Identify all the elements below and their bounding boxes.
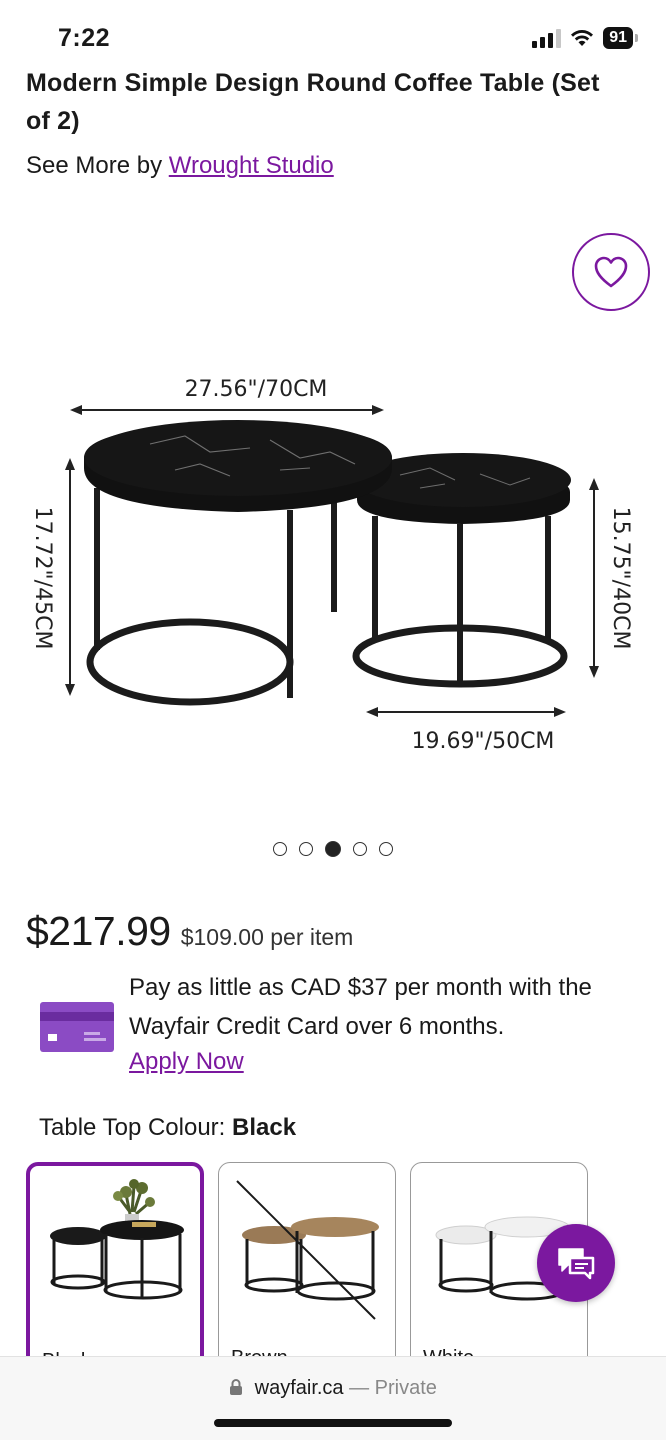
financing-text: Pay as little as CAD $37 per month with … bbox=[129, 974, 592, 1040]
see-more-prefix: See More by bbox=[26, 152, 163, 179]
dimension-left-label: 17.72"/45CM bbox=[30, 507, 55, 650]
carousel-dot[interactable] bbox=[379, 842, 393, 856]
heart-icon bbox=[594, 256, 628, 288]
url-display[interactable]: wayfair.ca — Private bbox=[0, 1377, 666, 1400]
carousel-dot[interactable] bbox=[299, 842, 313, 856]
wifi-icon bbox=[571, 30, 594, 46]
brand-link[interactable]: Wrought Studio bbox=[169, 152, 334, 179]
price: $217.99 bbox=[26, 908, 171, 954]
colour-swatches: Black Brown White bbox=[26, 1162, 588, 1382]
browser-url-bar[interactable]: wayfair.ca — Private bbox=[0, 1356, 666, 1440]
chat-button[interactable] bbox=[537, 1224, 615, 1302]
battery-icon: 91 bbox=[603, 27, 638, 49]
carousel-dot[interactable] bbox=[353, 842, 367, 856]
dimension-bottom-label: 19.69"/50CM bbox=[412, 729, 555, 754]
credit-card-icon bbox=[40, 1002, 114, 1052]
product-image[interactable]: 27.56"/70CM 17.72"/45CM 15.75"/40CM 19.6… bbox=[0, 340, 666, 780]
carousel-dot[interactable] bbox=[273, 842, 287, 856]
status-time: 7:22 bbox=[58, 24, 111, 52]
swatch-black[interactable]: Black bbox=[26, 1162, 204, 1382]
carousel-indicator bbox=[0, 841, 666, 857]
swatch-brown[interactable]: Brown bbox=[218, 1162, 396, 1382]
product-title: Modern Simple Design Round Coffee Table … bbox=[26, 69, 600, 135]
favorite-button[interactable] bbox=[572, 233, 650, 311]
price-row: $217.99 $109.00 per item bbox=[26, 908, 353, 955]
carousel-dot-active[interactable] bbox=[325, 841, 341, 857]
cellular-signal-icon bbox=[532, 28, 562, 48]
private-mode-label: — Private bbox=[349, 1377, 437, 1399]
small-table-drawing bbox=[352, 453, 571, 688]
colour-label-text: Table Top Colour: bbox=[39, 1114, 226, 1141]
dimension-top-label: 27.56"/70CM bbox=[185, 377, 328, 402]
status-bar: 7:22 91 bbox=[0, 0, 666, 72]
url-domain: wayfair.ca bbox=[254, 1377, 344, 1399]
chat-icon bbox=[558, 1248, 595, 1280]
per-item-price: $109.00 per item bbox=[180, 924, 354, 950]
dimension-right-label: 15.75"/40CM bbox=[608, 507, 633, 650]
status-indicators: 91 bbox=[532, 27, 638, 49]
apply-now-link[interactable]: Apply Now bbox=[129, 1048, 244, 1076]
see-more-line: See More by Wrought Studio bbox=[26, 150, 626, 182]
lock-icon bbox=[230, 1379, 243, 1395]
colour-option-label: Table Top Colour: Black bbox=[39, 1114, 296, 1142]
product-header: Modern Simple Design Round Coffee Table … bbox=[26, 64, 626, 182]
large-table-drawing bbox=[84, 420, 392, 706]
unavailable-strike-line bbox=[236, 1180, 376, 1320]
home-indicator[interactable] bbox=[214, 1419, 452, 1427]
colour-selected-value: Black bbox=[232, 1114, 297, 1141]
battery-level: 91 bbox=[603, 27, 633, 49]
